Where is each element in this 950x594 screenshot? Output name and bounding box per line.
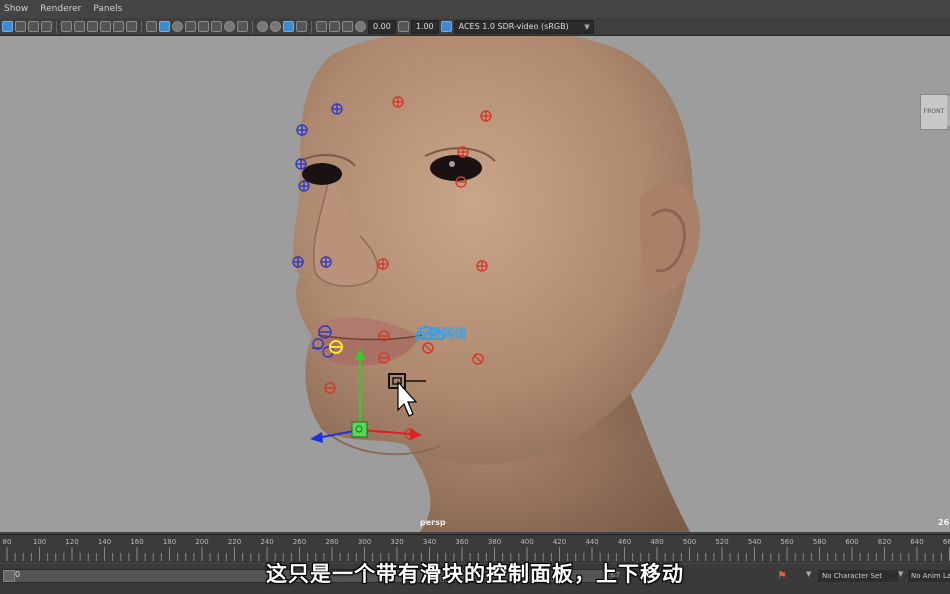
field-chart-icon[interactable] [113, 21, 124, 32]
depth-of-field-icon[interactable] [342, 21, 353, 32]
motion-blur-icon[interactable] [237, 21, 248, 32]
time-tick-label: 180 [163, 538, 176, 546]
image-plane-icon[interactable] [41, 21, 52, 32]
menu-panels[interactable]: Panels [89, 4, 122, 14]
range-start-handle[interactable] [3, 570, 15, 582]
gamma-icon[interactable] [397, 21, 409, 32]
time-tick-label: 120 [65, 538, 78, 546]
time-tick-label: 520 [715, 538, 728, 546]
exposure-icon[interactable] [355, 21, 366, 32]
time-tick-label: 420 [553, 538, 566, 546]
range-start-value[interactable]: 0 [15, 570, 20, 579]
watermark: 云桥网络 [415, 323, 467, 342]
select-camera-icon[interactable] [2, 21, 13, 32]
bookmarks-icon[interactable] [28, 21, 39, 32]
viewport-canvas [292, 36, 700, 532]
chevron-down-icon[interactable]: ▼ [806, 570, 811, 578]
character-set-dropdown[interactable]: No Character Set [818, 570, 898, 582]
time-tick-label: 160 [130, 538, 143, 546]
toolbar-separator [141, 20, 142, 33]
view-transform-value: ACES 1.0 SDR-video (sRGB) [458, 21, 569, 31]
film-gate-icon[interactable] [74, 21, 85, 32]
time-tick-label: 580 [813, 538, 826, 546]
view-cube-front[interactable]: FRONT [920, 94, 948, 130]
ssao-icon[interactable] [316, 21, 327, 32]
shadows-icon[interactable] [211, 21, 222, 32]
xray-icon[interactable] [270, 21, 281, 32]
time-tick-label: 280 [325, 538, 338, 546]
wireframe-icon[interactable] [146, 21, 157, 32]
time-tick-label: 200 [195, 538, 208, 546]
time-tick-label: 240 [260, 538, 273, 546]
time-tick-label: 540 [748, 538, 761, 546]
use-lights-icon[interactable] [198, 21, 209, 32]
xray-joints-icon[interactable] [283, 21, 294, 32]
range-end-value[interactable]: 67 [611, 571, 620, 579]
time-tick-label: 480 [650, 538, 663, 546]
watermark-text: 云桥网络 [415, 327, 468, 342]
smooth-shade-icon[interactable] [159, 21, 170, 32]
isolate-select-icon[interactable] [257, 21, 268, 32]
time-tick-label: 500 [683, 538, 696, 546]
right-eye [430, 155, 482, 181]
time-slider-ticks: 80 100 120 140 160 180 200 220 240 260 280 300 320 34… [3, 538, 950, 561]
chevron-down-icon[interactable]: ▼ [898, 570, 903, 578]
time-tick-label: 440 [585, 538, 598, 546]
menu-show[interactable]: Show [0, 4, 28, 14]
time-tick-label: 260 [293, 538, 306, 546]
ambient-occlusion-icon[interactable] [224, 21, 235, 32]
time-tick-label: 340 [423, 538, 436, 546]
time-tick-label: 100 [33, 538, 46, 546]
time-slider[interactable]: 80 100 120 140 160 180 200 220 240 260 280 300 320 34… [0, 534, 950, 563]
gamma-field[interactable]: 1.00 [410, 19, 439, 34]
time-tick-label: 460 [618, 538, 631, 546]
wireframe-on-shaded-icon[interactable] [172, 21, 183, 32]
anim-layer-dropdown[interactable]: No Anim La [908, 570, 950, 582]
camera-name: persp [420, 518, 446, 527]
time-tick-label: 220 [228, 538, 241, 546]
camera-attributes-icon[interactable] [15, 21, 26, 32]
view-cube[interactable]: FRONT [920, 94, 950, 130]
toolbar-separator [56, 20, 57, 33]
time-tick-label: 640 [910, 538, 923, 546]
toolbar-separator [311, 20, 312, 33]
color-management-icon[interactable] [440, 21, 452, 32]
exposure-field[interactable]: 0.00 [368, 19, 396, 34]
time-tick-label: 320 [390, 538, 403, 546]
time-tick-label: 380 [488, 538, 501, 546]
range-slider-bar: 0 67 ⚑ ▼ No Character Set ▼ No Anim La [0, 564, 950, 594]
time-tick-label: 80 [3, 538, 12, 546]
toolbar-separator [252, 20, 253, 33]
antialiasing-icon[interactable] [329, 21, 340, 32]
ear-mesh [640, 181, 700, 296]
character-set-icon[interactable]: ⚑ [777, 569, 787, 582]
left-eye [302, 163, 342, 185]
time-tick-label: 560 [780, 538, 793, 546]
time-tick-label: 140 [98, 538, 111, 546]
resolution-gate-icon[interactable] [87, 21, 98, 32]
backface-culling-icon[interactable] [296, 21, 307, 32]
view-transform-dropdown[interactable]: ACES 1.0 SDR-video (sRGB) ▼ [453, 19, 594, 34]
grid-icon[interactable] [61, 21, 72, 32]
time-tick-label: 360 [455, 538, 468, 546]
menu-bar: Show Renderer Panels [0, 0, 950, 18]
menu-renderer[interactable]: Renderer [36, 4, 81, 14]
time-tick-label: 300 [358, 538, 371, 546]
time-tick-label: 600 [845, 538, 858, 546]
chevron-down-icon: ▼ [584, 22, 590, 31]
range-slider-track[interactable] [2, 569, 614, 583]
time-tick-label: 620 [878, 538, 891, 546]
frame-indicator: 26 [938, 518, 950, 527]
time-tick-label: 660 [943, 538, 950, 546]
time-tick-label: 400 [520, 538, 533, 546]
gate-mask-icon[interactable] [100, 21, 111, 32]
safe-action-icon[interactable] [126, 21, 137, 32]
textured-icon[interactable] [185, 21, 196, 32]
perspective-viewport[interactable]: FRONT 云桥网络 [0, 36, 950, 532]
panel-toolbar: 0.00 1.00 ACES 1.0 SDR-video (sRGB) ▼ [0, 18, 950, 36]
